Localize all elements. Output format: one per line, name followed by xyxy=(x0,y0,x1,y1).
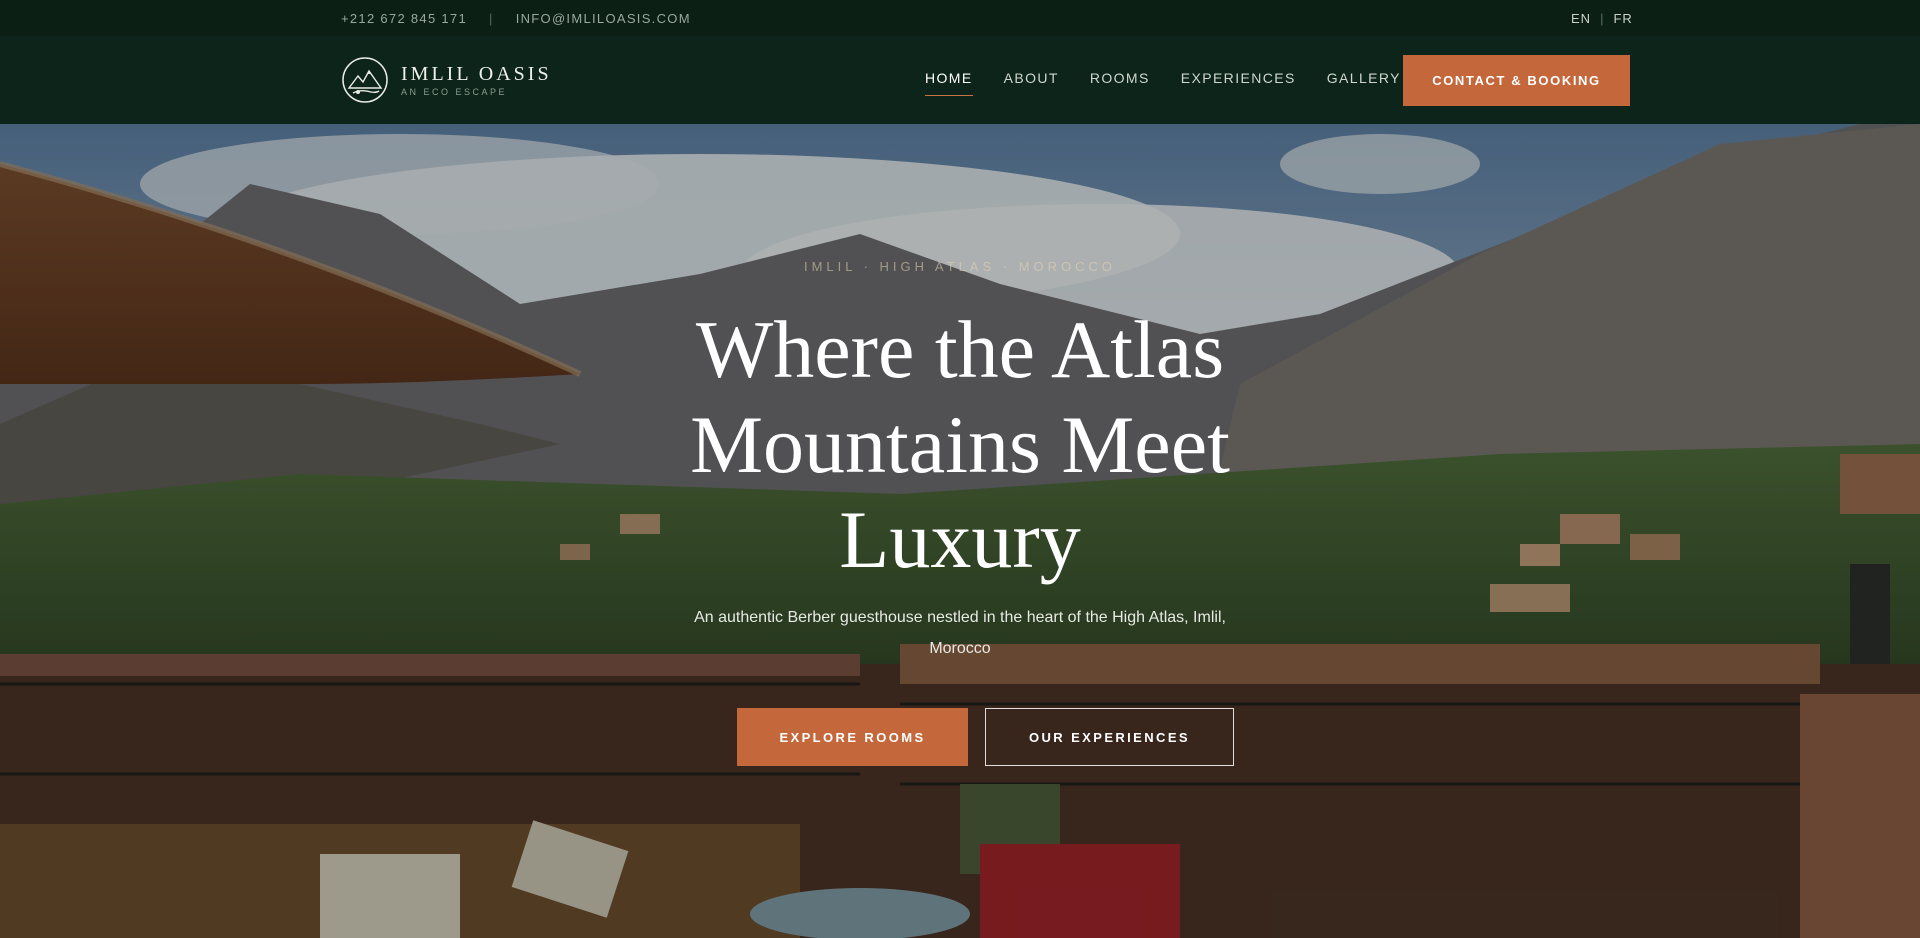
our-experiences-button[interactable]: OUR EXPERIENCES xyxy=(985,708,1234,766)
lang-fr[interactable]: FR xyxy=(1613,11,1632,26)
logo-name: IMLIL OASIS xyxy=(401,62,552,85)
explore-rooms-button[interactable]: EXPLORE ROOMS xyxy=(737,708,968,766)
top-bar: +212 672 845 171 | INFO@IMLILOASIS.COM E… xyxy=(0,0,1920,36)
hero-eyebrow: IMLIL · HIGH ATLAS · MOROCCO xyxy=(803,259,1117,274)
mountain-logo-icon xyxy=(342,57,388,103)
nav-experiences[interactable]: EXPERIENCES xyxy=(1181,70,1296,96)
contact-separator: | xyxy=(489,11,494,26)
email-link[interactable]: INFO@IMLILOASIS.COM xyxy=(516,11,691,26)
lang-en[interactable]: EN xyxy=(1571,11,1591,26)
nav-about[interactable]: ABOUT xyxy=(1004,70,1059,96)
logo[interactable]: IMLIL OASIS AN ECO ESCAPE xyxy=(341,56,552,104)
main-header: IMLIL OASIS AN ECO ESCAPE HOME ABOUT ROO… xyxy=(0,36,1920,124)
hero-section: IMLIL · HIGH ATLAS · MOROCCO Where the A… xyxy=(0,124,1920,938)
phone-link[interactable]: +212 672 845 171 xyxy=(341,11,467,26)
language-switcher: EN | FR xyxy=(1571,11,1633,26)
contact-info: +212 672 845 171 | INFO@IMLILOASIS.COM xyxy=(341,11,691,26)
headline-line-1: Where the Atlas xyxy=(695,304,1225,395)
headline-line-3: Luxury xyxy=(839,494,1081,585)
contact-booking-button[interactable]: CONTACT & BOOKING xyxy=(1403,55,1630,106)
headline-line-2: Mountains Meet xyxy=(690,399,1230,490)
nav-home[interactable]: HOME xyxy=(925,70,973,96)
nav-gallery[interactable]: GALLERY xyxy=(1327,70,1401,96)
nav-rooms[interactable]: ROOMS xyxy=(1090,70,1150,96)
hero-headline: Where the Atlas Mountains Meet Luxury xyxy=(560,302,1360,587)
main-nav: HOME ABOUT ROOMS EXPERIENCES GALLERY xyxy=(925,70,1401,96)
logo-tagline: AN ECO ESCAPE xyxy=(401,86,508,97)
hero-subtitle: An authentic Berber guesthouse nestled i… xyxy=(694,609,1226,657)
lang-divider: | xyxy=(1600,11,1605,26)
